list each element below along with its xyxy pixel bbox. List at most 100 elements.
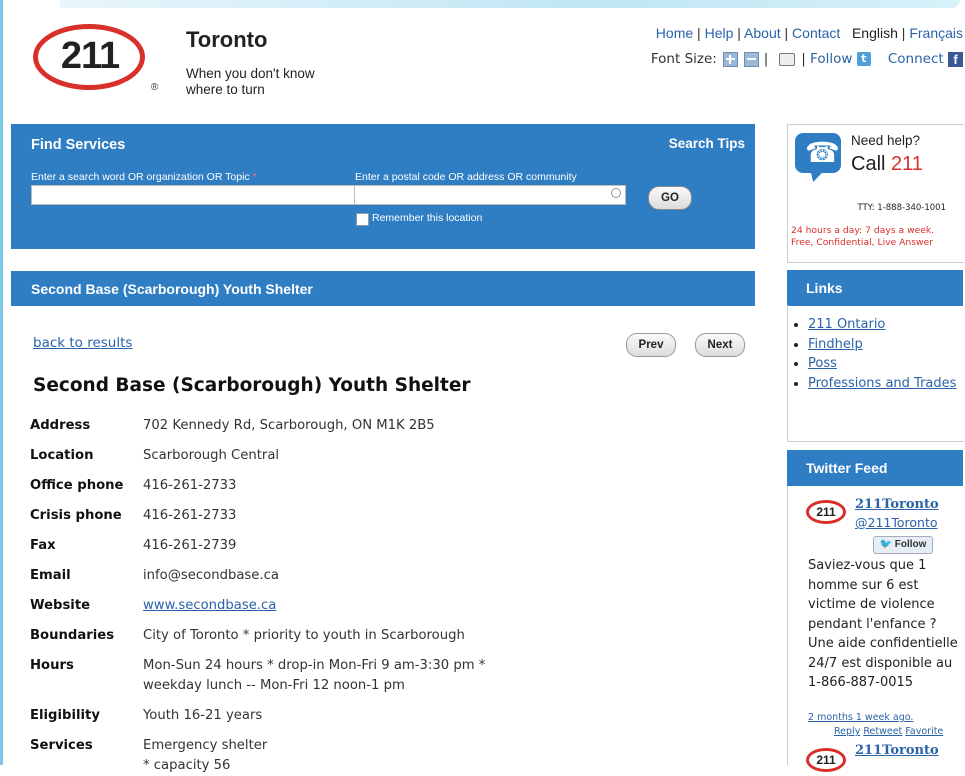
- detail-row-fax: Fax 416-261-2739: [30, 536, 503, 566]
- twitter-feed-header: Twitter Feed: [787, 450, 963, 486]
- list-item: Findhelp: [808, 335, 956, 355]
- twitter-icon[interactable]: t: [856, 52, 871, 66]
- detail-row-address: Address 702 Kennedy Rd, Scarborough, ON …: [30, 416, 503, 446]
- availability-line: 24 hours a day: 7 days a week.: [791, 225, 935, 236]
- call-label: Call: [851, 153, 886, 175]
- links-title: Links: [806, 280, 843, 296]
- back-to-results-link[interactable]: back to results: [33, 335, 132, 351]
- and-label: AND: [314, 187, 343, 202]
- link-211-ontario[interactable]: 211 Ontario: [808, 317, 885, 332]
- availability-text: 24 hours a day: 7 days a week. Free, Con…: [791, 225, 934, 249]
- link-findhelp[interactable]: Findhelp: [808, 337, 863, 352]
- detail-value: Mon-Sun 24 hours * drop-in Mon-Fri 9 am-…: [143, 658, 486, 693]
- detail-row-email: Email info@secondbase.ca: [30, 566, 503, 596]
- connect-link[interactable]: Connect: [888, 51, 944, 67]
- tty-number: TTY: 1-888-340-1001: [857, 203, 946, 213]
- follow-link[interactable]: Follow: [810, 51, 852, 67]
- phone-icon: ☎: [795, 133, 841, 173]
- detail-value: 702 Kennedy Rd, Scarborough, ON M1K 2B5: [143, 418, 435, 433]
- detail-label: Location: [30, 448, 94, 463]
- logo-text: 211: [60, 35, 120, 77]
- detail-label: Eligibility: [30, 708, 100, 723]
- tweet-author-handle[interactable]: @211Toronto: [855, 515, 938, 530]
- links-list: 211 Ontario Findhelp Poss Professions an…: [788, 315, 956, 393]
- remember-location-checkbox[interactable]: [356, 213, 369, 226]
- prev-button[interactable]: Prev: [626, 333, 676, 357]
- detail-row-office-phone: Office phone 416-261-2733: [30, 476, 503, 506]
- record-title: Second Base (Scarborough) Youth Shelter: [33, 375, 471, 396]
- search-tips-link[interactable]: Search Tips: [669, 136, 745, 151]
- need-help-text: Need help?: [851, 133, 921, 148]
- topic-search-input[interactable]: [31, 185, 356, 205]
- nav-help[interactable]: Help: [705, 25, 734, 41]
- detail-label: Fax: [30, 538, 56, 553]
- detail-label: Hours: [30, 658, 74, 673]
- website-link[interactable]: www.secondbase.ca: [143, 598, 276, 613]
- facebook-icon[interactable]: f: [948, 51, 963, 67]
- list-item: Professions and Trades: [808, 374, 956, 394]
- detail-row-boundaries: Boundaries City of Toronto * priority to…: [30, 626, 503, 656]
- call-number: 211: [891, 153, 923, 175]
- go-button[interactable]: GO: [648, 186, 692, 210]
- detail-value: 416-261-2733: [143, 508, 237, 523]
- tweet-author-name[interactable]: 211Toronto: [855, 497, 939, 512]
- twitter-follow-label: Follow: [894, 539, 927, 550]
- font-decrease-icon[interactable]: [744, 51, 760, 67]
- record-details-table: Address 702 Kennedy Rd, Scarborough, ON …: [30, 416, 503, 776]
- tweet-favorite-link[interactable]: Favorite: [905, 726, 943, 737]
- detail-label: Services: [30, 738, 93, 753]
- detail-value: City of Toronto * priority to youth in S…: [143, 628, 465, 643]
- tool-separator: |: [763, 51, 769, 67]
- nav-contact[interactable]: Contact: [792, 25, 840, 41]
- detail-row-hours: Hours Mon-Sun 24 hours * drop-in Mon-Fri…: [30, 656, 503, 706]
- remember-location-label: Remember this location: [372, 212, 483, 224]
- find-services-panel: Find Services Search Tips Enter a search…: [11, 124, 755, 249]
- font-increase-icon[interactable]: [723, 51, 739, 67]
- tweet-avatar[interactable]: 211: [806, 500, 846, 524]
- tweet-author-name[interactable]: 211Toronto: [855, 743, 939, 758]
- twitter-bird-icon: 🐦: [879, 539, 892, 550]
- nav-home[interactable]: Home: [656, 25, 693, 41]
- tweet-time[interactable]: 2 months 1 week ago.: [808, 712, 913, 723]
- nav-separator: |: [901, 25, 906, 41]
- print-icon[interactable]: [778, 52, 795, 66]
- lang-francais[interactable]: Français: [909, 25, 963, 41]
- detail-value: Scarborough Central: [143, 448, 280, 463]
- find-services-title: Find Services: [31, 137, 126, 153]
- help-call-box: ☎ Need help? Call 211 TTY: 1-888-340-100…: [787, 124, 964, 263]
- tweet-retweet-link[interactable]: Retweet: [863, 726, 902, 737]
- links-box: 211 Ontario Findhelp Poss Professions an…: [787, 305, 964, 442]
- detail-label: Boundaries: [30, 628, 115, 643]
- detail-label: Address: [30, 418, 91, 433]
- detail-row-website: Website www.secondbase.ca: [30, 596, 503, 626]
- required-mark: *: [252, 171, 257, 183]
- twitter-feed-title: Twitter Feed: [806, 460, 888, 476]
- services-line: * capacity 56: [143, 758, 231, 773]
- location-label: Enter a postal code OR address OR commun…: [355, 171, 577, 183]
- detail-row-services: Services Emergency shelter * capacity 56: [30, 736, 503, 776]
- tweet-text: Saviez-vous que 1 homme sur 6 est victim…: [808, 558, 958, 690]
- detail-row-crisis-phone: Crisis phone 416-261-2733: [30, 506, 503, 536]
- tweet-avatar[interactable]: 211: [806, 748, 846, 772]
- top-navigation: Home | Help | About | Contact English | …: [656, 25, 963, 41]
- link-professions-trades[interactable]: Professions and Trades: [808, 376, 956, 391]
- registered-mark: ®: [151, 82, 159, 93]
- nav-about[interactable]: About: [744, 25, 781, 41]
- tool-separator: |: [801, 51, 806, 67]
- location-icon[interactable]: [611, 188, 621, 198]
- call-211-text: Call 211: [851, 153, 923, 176]
- site-city-title: Toronto: [186, 27, 268, 52]
- services-line: Emergency shelter: [143, 738, 268, 753]
- location-search-input[interactable]: [354, 185, 626, 205]
- twitter-follow-button[interactable]: 🐦 Follow: [873, 536, 933, 554]
- detail-value-cell: www.secondbase.ca: [143, 596, 503, 626]
- font-size-label: Font Size:: [650, 51, 717, 67]
- tweet-reply-link[interactable]: Reply: [834, 726, 860, 737]
- nav-separator: |: [697, 25, 701, 41]
- site-logo[interactable]: 211 ®: [33, 24, 159, 99]
- detail-label: Office phone: [30, 478, 124, 493]
- next-button[interactable]: Next: [695, 333, 745, 357]
- detail-value: Youth 16-21 years: [143, 708, 263, 723]
- link-poss[interactable]: Poss: [808, 356, 837, 371]
- detail-label: Crisis phone: [30, 508, 122, 523]
